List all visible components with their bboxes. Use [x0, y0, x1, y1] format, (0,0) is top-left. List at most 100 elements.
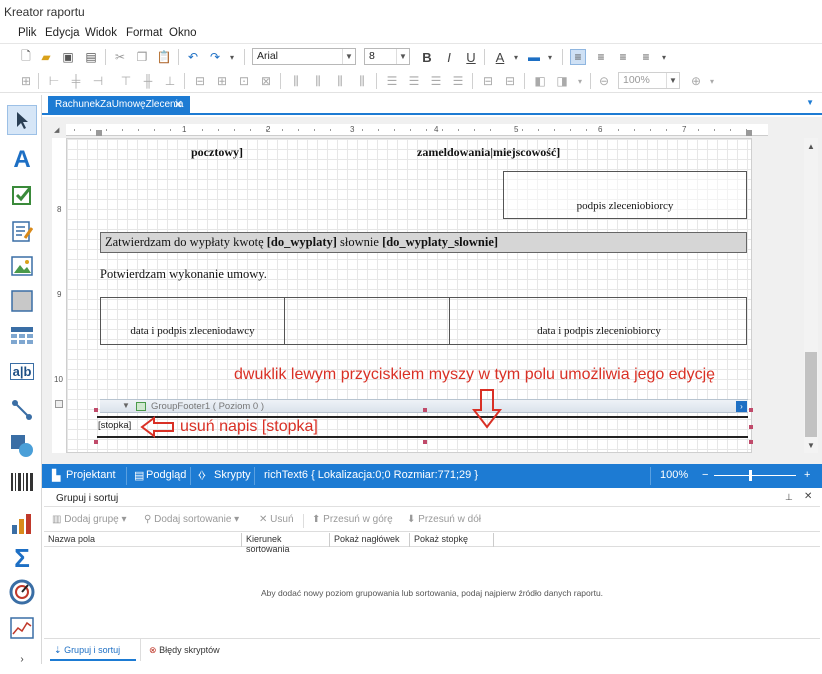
- zatwierdzam-row[interactable]: Zatwierdzam do wypłaty kwotę [do_wyplaty…: [100, 232, 747, 253]
- zoom-minus-button[interactable]: −: [702, 469, 708, 481]
- align-left-icon[interactable]: ≡: [570, 49, 586, 65]
- zoom-slider-thumb[interactable]: [749, 470, 752, 481]
- field-pocztowy[interactable]: pocztowy]: [191, 145, 243, 160]
- barcode-tool-icon[interactable]: [7, 467, 37, 497]
- send-to-back-icon[interactable]: ◨: [554, 73, 570, 89]
- align-lefts-icon[interactable]: ⊢: [46, 73, 62, 89]
- panel-tool-icon[interactable]: [7, 286, 37, 316]
- bottom-tab-script-errors[interactable]: ⊗ Błędy skryptów: [145, 639, 240, 661]
- v-spacing-increase-icon[interactable]: ☰: [406, 73, 422, 89]
- sparkline-tool-icon[interactable]: [7, 613, 37, 643]
- same-size-icon[interactable]: ⊡: [236, 73, 252, 89]
- column-header[interactable]: Nazwa pola: [44, 533, 242, 547]
- chevron-down-icon[interactable]: ▾: [542, 49, 558, 65]
- paste-icon[interactable]: 📋: [156, 49, 172, 65]
- chevron-down-icon[interactable]: ▾: [508, 49, 524, 65]
- save-all-icon[interactable]: ▤: [83, 49, 99, 65]
- italic-button[interactable]: I: [441, 49, 457, 65]
- delete-button[interactable]: ✕ Usuń: [259, 514, 294, 525]
- v-spacing-equal-icon[interactable]: ☰: [384, 73, 400, 89]
- chevron-right-icon[interactable]: ›: [7, 644, 37, 674]
- pointer-tool-icon[interactable]: [7, 105, 37, 135]
- chart-tool-icon[interactable]: [7, 508, 37, 538]
- menu-okno[interactable]: Okno: [169, 27, 197, 39]
- column-header[interactable]: Kierunek sortowania: [242, 533, 330, 554]
- richtext-tool-icon[interactable]: [7, 216, 37, 246]
- h-spacing-decrease-icon[interactable]: ⫼: [332, 73, 348, 89]
- align-middles-icon[interactable]: ╫: [140, 73, 156, 89]
- menu-edycja[interactable]: Edycja: [45, 27, 80, 39]
- margin-marker[interactable]: [746, 130, 752, 136]
- podpis-zleceniodawcy[interactable]: data i podpis zleceniodawcy: [101, 325, 284, 337]
- zoom-out-icon[interactable]: ⊖: [596, 73, 612, 89]
- copy-icon[interactable]: ❐: [134, 49, 150, 65]
- scroll-down-icon[interactable]: ▼: [807, 441, 815, 450]
- menu-plik[interactable]: Plik: [18, 27, 37, 39]
- move-down-button[interactable]: ⬇ Przesuń w dół: [407, 514, 481, 525]
- align-center-icon[interactable]: ≡: [593, 49, 609, 65]
- zoom-in-icon[interactable]: ⊕: [688, 73, 704, 89]
- field-zameldowania[interactable]: zameldowania|miejscowość]: [417, 145, 560, 160]
- tab-rachunek[interactable]: RachunekZaUmowęZlecenia ✕: [48, 96, 190, 115]
- h-spacing-increase-icon[interactable]: ⫼: [310, 73, 326, 89]
- close-panel-icon[interactable]: ✕: [804, 491, 812, 502]
- cut-icon[interactable]: ✂: [112, 49, 128, 65]
- size-to-grid-icon[interactable]: ⊠: [258, 73, 274, 89]
- shape-tool-icon[interactable]: [7, 431, 37, 461]
- zoom-select[interactable]: 100% ▼: [618, 72, 680, 89]
- highlight-color-icon[interactable]: ▬: [526, 49, 542, 65]
- zoom-plus-button[interactable]: +: [804, 469, 810, 481]
- margin-marker[interactable]: [96, 130, 102, 136]
- new-document-icon[interactable]: 🗋: [18, 49, 34, 65]
- band-smart-tag-icon[interactable]: ›: [736, 401, 747, 412]
- table-tool-icon[interactable]: [7, 321, 37, 351]
- checkbox-tool-icon[interactable]: [7, 180, 37, 210]
- column-header[interactable]: Pokaż nagłówek: [330, 533, 410, 547]
- chevron-down-icon[interactable]: ▾: [572, 73, 588, 89]
- center-vertically-icon[interactable]: ⊟: [502, 73, 518, 89]
- menu-widok[interactable]: Widok: [85, 27, 117, 39]
- h-spacing-remove-icon[interactable]: ⫼: [354, 73, 370, 89]
- summary-tool-icon[interactable]: Σ: [7, 543, 37, 573]
- label-tool-icon[interactable]: A: [7, 145, 37, 175]
- line-tool-icon[interactable]: [7, 395, 37, 425]
- align-right-icon[interactable]: ≡: [615, 49, 631, 65]
- tab-projektant[interactable]: Projektant: [66, 469, 116, 481]
- character-comb-tool-icon[interactable]: a|b: [7, 356, 37, 386]
- justify-icon[interactable]: ≡: [638, 49, 654, 65]
- add-group-button[interactable]: ▥ Dodaj grupę ▾: [52, 514, 127, 525]
- v-spacing-decrease-icon[interactable]: ☰: [428, 73, 444, 89]
- h-spacing-equal-icon[interactable]: ⫼: [288, 73, 304, 89]
- undo-icon[interactable]: ↶: [185, 49, 201, 65]
- band-expand-icon[interactable]: ▼: [122, 401, 130, 410]
- close-icon[interactable]: ✕: [174, 98, 183, 111]
- menu-format[interactable]: Format: [126, 27, 162, 39]
- v-spacing-remove-icon[interactable]: ☰: [450, 73, 466, 89]
- pin-icon[interactable]: ⊥: [785, 492, 793, 503]
- align-bottoms-icon[interactable]: ⊥: [162, 73, 178, 89]
- scroll-up-icon[interactable]: ▲: [807, 142, 815, 151]
- tab-skrypty[interactable]: Skrypty: [214, 469, 251, 481]
- underline-button[interactable]: U: [463, 49, 479, 65]
- center-horizontally-icon[interactable]: ⊟: [480, 73, 496, 89]
- font-size-select[interactable]: 8 ▼: [364, 48, 410, 65]
- align-centers-icon[interactable]: ╪: [68, 73, 84, 89]
- font-color-icon[interactable]: A: [492, 49, 508, 65]
- redo-icon[interactable]: ↷: [207, 49, 223, 65]
- chevron-down-icon[interactable]: ▾: [704, 73, 720, 89]
- bold-button[interactable]: B: [419, 49, 435, 65]
- same-height-icon[interactable]: ⊞: [214, 73, 230, 89]
- zoom-slider[interactable]: [714, 475, 796, 476]
- chevron-down-icon[interactable]: ▾: [656, 49, 672, 65]
- open-folder-icon[interactable]: ▰: [38, 49, 54, 65]
- podpis-zleceniobiorcy[interactable]: data i podpis zleceniobiorcy: [450, 325, 748, 337]
- tab-podglad[interactable]: Podgląd: [146, 469, 186, 481]
- vertical-scrollbar[interactable]: ▲ ▼: [804, 138, 818, 453]
- align-tops-icon[interactable]: ⊤: [118, 73, 134, 89]
- tab-menu-chevron-icon[interactable]: ▼: [806, 98, 814, 107]
- bottom-tab-group-sort[interactable]: ⇣ Grupuj i sortuj: [50, 639, 136, 661]
- scroll-thumb[interactable]: [805, 352, 817, 437]
- align-rights-icon[interactable]: ⊣: [90, 73, 106, 89]
- potwierdzam-text[interactable]: Potwierdzam wykonanie umowy.: [100, 267, 267, 282]
- band-collapse-icon[interactable]: [55, 400, 63, 408]
